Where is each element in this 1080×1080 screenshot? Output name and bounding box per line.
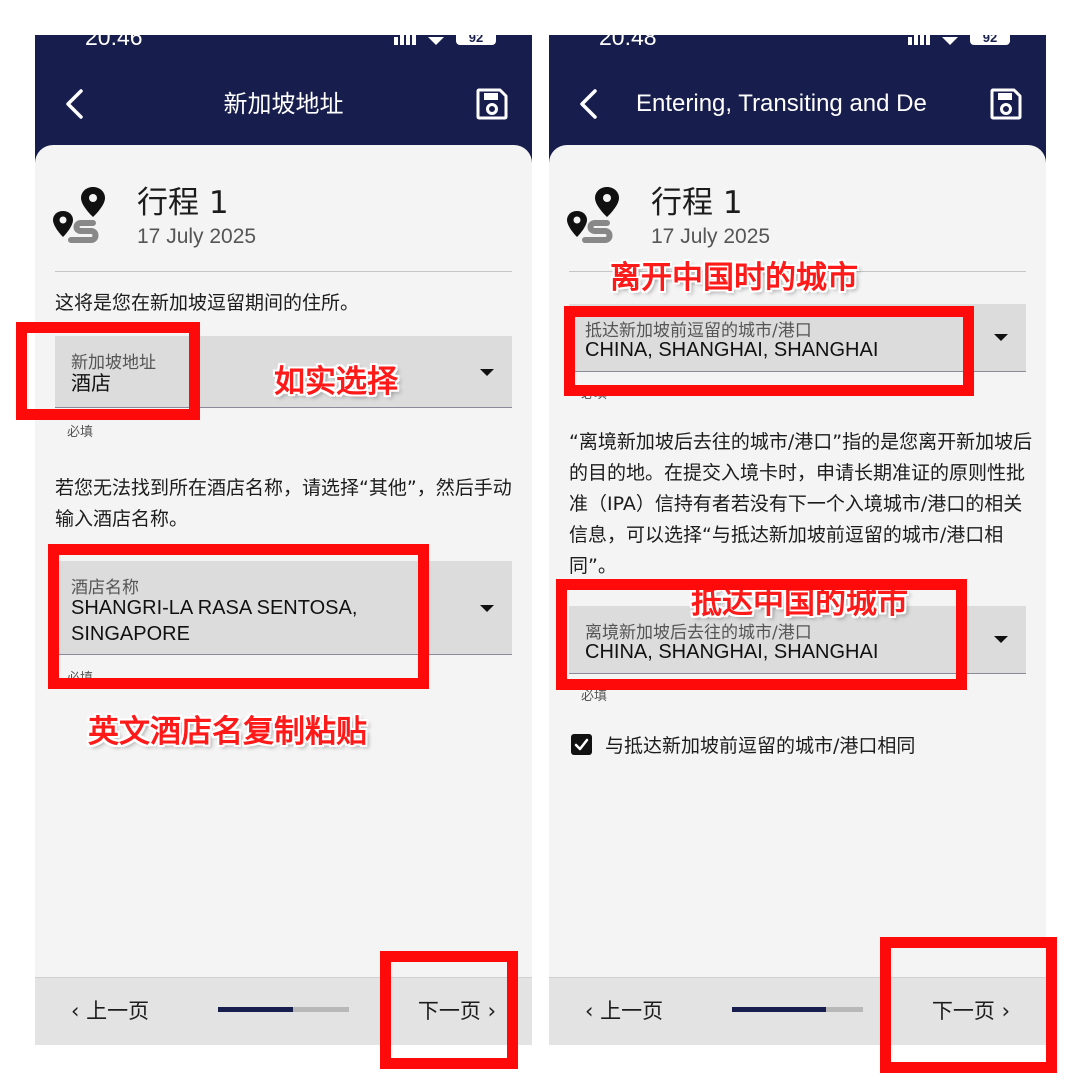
annotation-box-departure-city (556, 579, 967, 690)
save-icon[interactable] (988, 86, 1024, 122)
intro-text: 这将是您在新加坡逗留期间的住所。 (55, 292, 360, 314)
annotation-city-leaving-china: 离开中国时的城市 (610, 260, 858, 296)
annotation-box-address (16, 322, 200, 420)
annotation-choose-truthfully: 如实选择 (274, 364, 398, 400)
same-city-checkbox[interactable] (571, 734, 592, 755)
trip-title: 行程 1 (137, 185, 229, 221)
status-time: 20:48 (599, 35, 657, 50)
annotation-copy-hotel-name: 英文酒店名复制粘贴 (88, 714, 367, 750)
dropdown-arrow-icon (480, 605, 494, 612)
progress-bar (732, 1007, 863, 1012)
checkbox-label: 与抵达新加坡前逗留的城市/港口相同 (605, 735, 916, 757)
route-icon (567, 187, 619, 243)
left-phone-screen: 20:46 92 新加坡地址 行程 1 17 July 2025 这将是您在新加… (35, 35, 532, 1045)
right-phone-screen: 20:48 92 Entering, Transiting and De 行程 … (549, 35, 1046, 1045)
dropdown-arrow-icon (994, 636, 1008, 643)
dropdown-arrow-icon (480, 369, 494, 376)
trip-date: 17 July 2025 (651, 225, 771, 248)
save-icon[interactable] (474, 86, 510, 122)
trip-title: 行程 1 (651, 185, 743, 221)
progress-fill (218, 1007, 293, 1012)
status-bar-icons: 92 (394, 35, 496, 45)
annotation-box-next-left (380, 951, 518, 1069)
svg-text:92: 92 (983, 35, 997, 45)
chevron-left-icon[interactable] (571, 85, 607, 123)
trip-date: 17 July 2025 (137, 225, 257, 248)
annotation-box-next-right (880, 937, 1057, 1073)
divider (55, 271, 512, 272)
annotation-box-hotel (48, 544, 429, 689)
status-time: 20:46 (85, 35, 143, 50)
checkmark-icon (574, 738, 589, 751)
status-bar-icons: 92 (908, 35, 1010, 45)
annotation-box-arrival-city (564, 306, 974, 396)
progress-fill (732, 1007, 827, 1012)
page-title: 新加坡地址 (223, 90, 344, 118)
route-icon (53, 187, 105, 243)
prev-page-button[interactable]: ‹ 上一页 (71, 995, 149, 1025)
next-city-hint-text: “离境新加坡后去往的城市/港口”指的是您离开新加坡后的目的地。在提交入境卡时，申… (569, 431, 1033, 577)
required-helper: 必填 (67, 425, 94, 440)
progress-bar (218, 1007, 349, 1012)
dropdown-arrow-icon (994, 334, 1008, 341)
svg-text:92: 92 (469, 35, 483, 45)
page-title: Entering, Transiting and De (636, 90, 927, 117)
hotel-hint-text: 若您无法找到所在酒店名称，请选择“其他”，然后手动输入酒店名称。 (55, 477, 512, 530)
prev-page-button[interactable]: ‹ 上一页 (585, 995, 663, 1025)
